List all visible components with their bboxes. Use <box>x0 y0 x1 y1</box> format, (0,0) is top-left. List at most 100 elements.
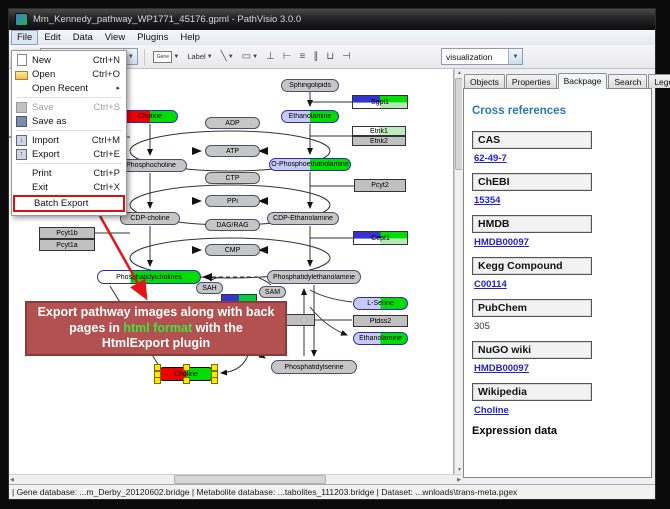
selection-handle[interactable] <box>183 364 190 371</box>
file-menu-item-batch-export[interactable]: Batch Export <box>13 195 125 212</box>
xref-link[interactable]: HMDB00097 <box>474 363 529 374</box>
tab-properties[interactable]: Properties <box>506 74 557 88</box>
xref-value[interactable]: 62-49-7 <box>474 153 643 164</box>
xref-value[interactable]: HMDB00097 <box>474 363 643 374</box>
shape-tool[interactable]: ▭▼ <box>240 48 260 65</box>
distribute-vertical-icon[interactable]: ∥ <box>311 48 320 65</box>
selection-handle[interactable] <box>183 377 190 384</box>
chevron-down-icon[interactable]: ▼ <box>207 54 213 60</box>
pathway-node-sam[interactable]: SAM <box>259 286 286 298</box>
pathway-node-pcyt1a[interactable]: Pcyt1a <box>39 239 95 251</box>
pathway-node-ethanolamine-top[interactable]: Ethanolamine <box>281 110 339 123</box>
node-label: O-Phosphoethanolamine <box>271 161 348 168</box>
node-label: PPi <box>227 198 238 205</box>
file-menu-item-open[interactable]: OpenCtrl+O <box>13 67 125 81</box>
pathway-node-ethanolamine-bottom[interactable]: Ethanolamine <box>353 332 408 345</box>
scroll-right-icon[interactable]: ▶ <box>457 477 461 483</box>
pathway-node-ptdss2[interactable]: Ptdss2 <box>353 315 408 327</box>
horizontal-scrollbar[interactable]: ◀ ▶ <box>9 474 462 484</box>
align-center-horizontal-icon[interactable]: ⊢ <box>281 48 294 65</box>
file-menu-item-save-as[interactable]: Save as <box>13 114 125 128</box>
file-menu-item-save[interactable]: SaveCtrl+S <box>13 100 125 114</box>
xref-value[interactable]: 15354 <box>474 195 643 206</box>
xref-link[interactable]: 15354 <box>474 195 500 206</box>
file-menu-item-export[interactable]: ↑ExportCtrl+E <box>13 147 125 161</box>
menu-file[interactable]: File <box>11 30 38 45</box>
selection-handle[interactable] <box>211 364 218 371</box>
menu-view[interactable]: View <box>99 30 131 45</box>
visualization-combobox[interactable]: visualization ▼ <box>441 48 523 65</box>
pathway-node-phosphatidylcholines[interactable]: Phosphatidylcholines <box>97 270 201 284</box>
file-menu-item-new[interactable]: NewCtrl+N <box>13 53 125 67</box>
xref-link[interactable]: Choline <box>474 405 509 416</box>
side-panel-tabs: ObjectsPropertiesBackpageSearchLegend <box>463 71 652 88</box>
xref-link[interactable]: 62-49-7 <box>474 153 507 164</box>
pathway-node-sphingolipids[interactable]: Sphingolipids <box>281 79 339 92</box>
pathway-node-cept1[interactable]: Cept1 <box>353 231 408 245</box>
pathway-node-sah[interactable]: SAH <box>196 282 223 294</box>
pathway-node-choline-top[interactable]: Choline <box>122 110 178 123</box>
gene-tool[interactable]: Gene▼ <box>151 48 181 65</box>
node-label: Phosphatidylethanolamine <box>273 274 355 281</box>
toolbar-separator <box>144 49 145 65</box>
xref-value[interactable]: C00114 <box>474 279 643 290</box>
align-center-vertical-icon-glyph: ⊥ <box>266 52 275 62</box>
pathway-node-choline-selected[interactable]: Choline <box>157 367 215 381</box>
distribute-horizontal-icon[interactable]: ≡ <box>297 48 307 65</box>
horizontal-scroll-thumb[interactable] <box>174 475 326 484</box>
label-tool[interactable]: Label▼ <box>185 48 214 65</box>
pathway-node-cdp-choline[interactable]: CDP-choline <box>120 212 180 225</box>
menu-edit[interactable]: Edit <box>38 30 66 45</box>
pathway-node-cmp[interactable]: CMP <box>205 244 260 256</box>
pathway-node-adp[interactable]: ADP <box>205 117 260 129</box>
menu-data[interactable]: Data <box>67 30 99 45</box>
pathway-node-dag[interactable]: DAG/RAG <box>205 219 260 231</box>
pathway-node-phosphatidylserine[interactable]: Phosphatidylserine <box>271 360 357 374</box>
chevron-down-icon[interactable]: ▼ <box>173 54 179 60</box>
chevron-down-icon[interactable]: ▼ <box>228 54 234 60</box>
pathway-node-l-serine[interactable]: L-Serine <box>353 297 408 310</box>
distribute-vertical-icon-glyph: ∥ <box>313 52 318 62</box>
xref-database-name: ChEBI <box>472 173 592 191</box>
xref-link[interactable]: C00114 <box>474 279 507 290</box>
node-label: Etnk2 <box>370 138 388 145</box>
pathway-node-o-phosphoethanolamine[interactable]: O-Phosphoethanolamine <box>269 158 351 171</box>
selection-handle[interactable] <box>211 377 218 384</box>
menu-help[interactable]: Help <box>174 30 206 45</box>
pathway-node-pcyt1b[interactable]: Pcyt1b <box>39 227 95 239</box>
selection-handle[interactable] <box>154 364 161 371</box>
xref-link[interactable]: HMDB00097 <box>474 237 529 248</box>
xref-value[interactable]: HMDB00097 <box>474 237 643 248</box>
pathway-node-atp[interactable]: ATP <box>205 145 260 157</box>
chevron-down-icon[interactable]: ▼ <box>508 49 522 64</box>
tab-search[interactable]: Search <box>608 74 647 88</box>
file-menu-item-exit[interactable]: ExitCtrl+X <box>13 180 125 194</box>
file-menu-item-open-recent[interactable]: Open Recent▸ <box>13 81 125 95</box>
chevron-down-icon[interactable]: ▼ <box>252 54 258 60</box>
node-label: SAM <box>265 289 280 296</box>
align-left-icon[interactable]: ⊣ <box>340 48 353 65</box>
pathway-node-ctp[interactable]: CTP <box>205 172 260 184</box>
tab-legend[interactable]: Legend <box>648 74 670 88</box>
pathway-node-phosphatidylethanolamine[interactable]: Phosphatidylethanolamine <box>267 270 361 284</box>
pathway-node-etnk2[interactable]: Etnk2 <box>352 136 406 146</box>
file-menu-item-print[interactable]: PrintCtrl+P <box>13 166 125 180</box>
align-bottom-icon[interactable]: ⊔ <box>324 48 336 65</box>
save-disk-icon <box>16 102 27 113</box>
file-menu-item-import[interactable]: ↓ImportCtrl+M <box>13 133 125 147</box>
tab-objects[interactable]: Objects <box>464 74 505 88</box>
align-center-vertical-icon[interactable]: ⊥ <box>264 48 277 65</box>
pathway-node-ppi[interactable]: PPi <box>205 195 260 207</box>
tab-backpage[interactable]: Backpage <box>558 73 608 89</box>
selection-handle[interactable] <box>154 377 161 384</box>
menu-plugins[interactable]: Plugins <box>131 30 174 45</box>
pathway-node-sgpl1[interactable]: Sgpl1 <box>352 95 408 109</box>
title-bar[interactable]: Mm_Kennedy_pathway_WP1771_45176.gpml - P… <box>9 9 655 30</box>
pathway-node-pcyt2[interactable]: Pcyt2 <box>354 179 406 192</box>
node-label: Etnk1 <box>370 128 388 135</box>
pathway-node-cdp-ethanolamine[interactable]: CDP-Ethanolamine <box>267 212 339 225</box>
pathway-node-etnk1[interactable]: Etnk1 <box>352 126 406 136</box>
line-tool[interactable]: ╲▼ <box>219 48 236 65</box>
xref-value[interactable]: Choline <box>474 405 643 416</box>
scroll-left-icon[interactable]: ◀ <box>10 477 14 483</box>
